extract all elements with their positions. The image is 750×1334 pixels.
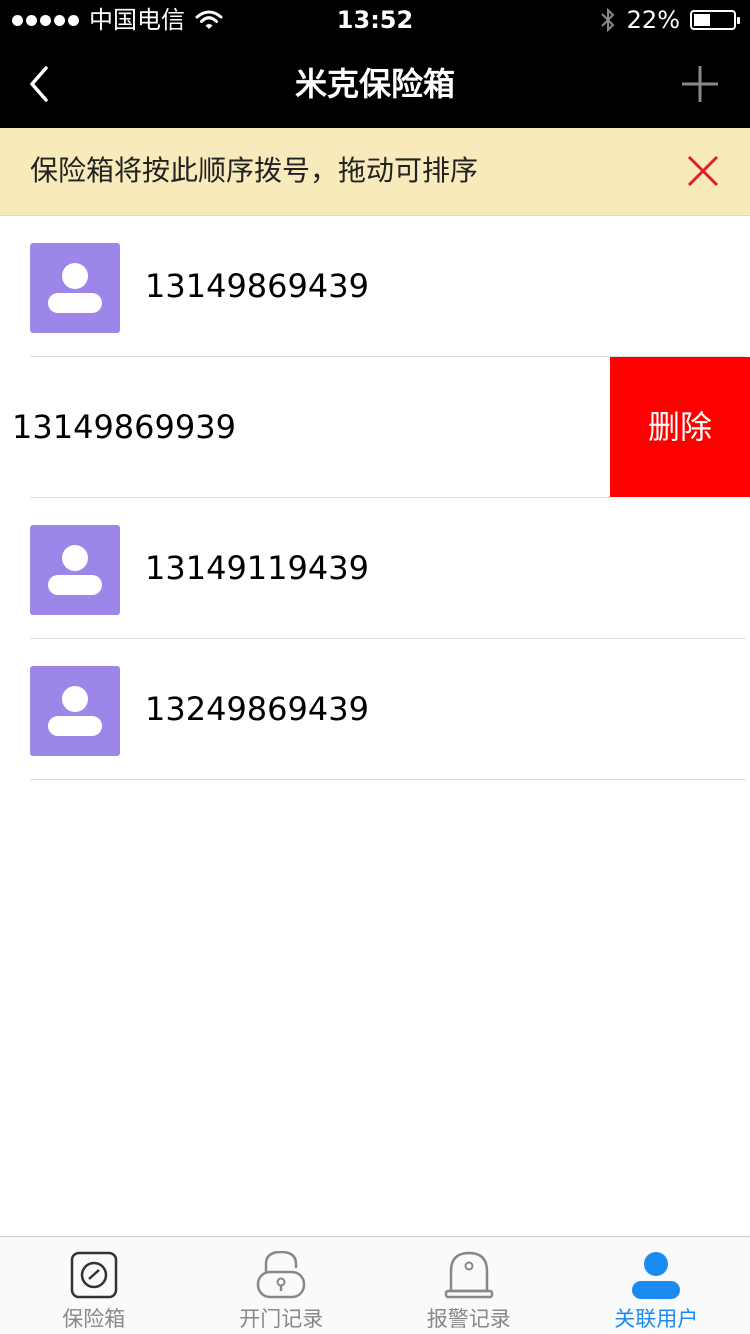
delete-button[interactable]: 删除 xyxy=(610,357,750,497)
status-bar: 中国电信 13:52 22% xyxy=(0,0,750,40)
battery-percent: 22% xyxy=(626,6,680,34)
tab-label: 报警记录 xyxy=(426,1307,511,1331)
avatar xyxy=(30,666,120,756)
list-item[interactable]: 13149869939 删除 xyxy=(0,357,750,498)
safe-dial-icon xyxy=(70,1251,117,1299)
battery-icon xyxy=(690,10,740,30)
notice-text: 保险箱将按此顺序拨号，拖动可排序 xyxy=(30,154,479,187)
battery-fill xyxy=(694,14,711,26)
tab-alarm-records[interactable]: 报警记录 xyxy=(375,1237,563,1334)
bluetooth-icon xyxy=(600,7,615,33)
status-right: 22% xyxy=(599,0,740,40)
tab-bar: 保险箱 开门记录 报警记录 关联用户 xyxy=(0,1236,750,1334)
divider xyxy=(30,779,746,780)
phone-number: 13149869439 xyxy=(145,267,369,305)
tab-safe[interactable]: 保险箱 xyxy=(0,1237,188,1334)
avatar xyxy=(30,525,120,615)
unlock-icon xyxy=(257,1251,306,1299)
tab-label: 开门记录 xyxy=(239,1307,324,1331)
sort-notice-banner: 保险箱将按此顺序拨号，拖动可排序 xyxy=(0,128,750,216)
user-icon xyxy=(48,263,102,313)
alarm-bell-icon xyxy=(444,1251,493,1299)
user-icon xyxy=(48,686,102,736)
page-title: 米克保险箱 xyxy=(294,65,455,103)
list-item[interactable]: 13149119439 xyxy=(0,498,750,639)
tab-label: 关联用户 xyxy=(614,1307,699,1331)
tab-linked-users[interactable]: 关联用户 xyxy=(563,1237,750,1334)
tab-unlock-records[interactable]: 开门记录 xyxy=(188,1237,376,1334)
avatar xyxy=(30,243,120,333)
plus-icon[interactable] xyxy=(680,64,720,104)
linked-user-list: 13149869439 13149869939 删除 13149119439 1… xyxy=(0,216,750,780)
close-icon[interactable] xyxy=(686,154,720,188)
phone-number: 13149869939 xyxy=(12,408,236,446)
list-item[interactable]: 13149869439 xyxy=(0,216,750,357)
user-icon xyxy=(48,545,102,595)
tab-label: 保险箱 xyxy=(62,1307,126,1331)
list-item[interactable]: 13249869439 xyxy=(0,639,750,780)
phone-number: 13249869439 xyxy=(145,690,369,728)
nav-bar: 米克保险箱 xyxy=(0,40,750,128)
user-icon xyxy=(632,1252,681,1299)
phone-number: 13149119439 xyxy=(145,549,369,587)
